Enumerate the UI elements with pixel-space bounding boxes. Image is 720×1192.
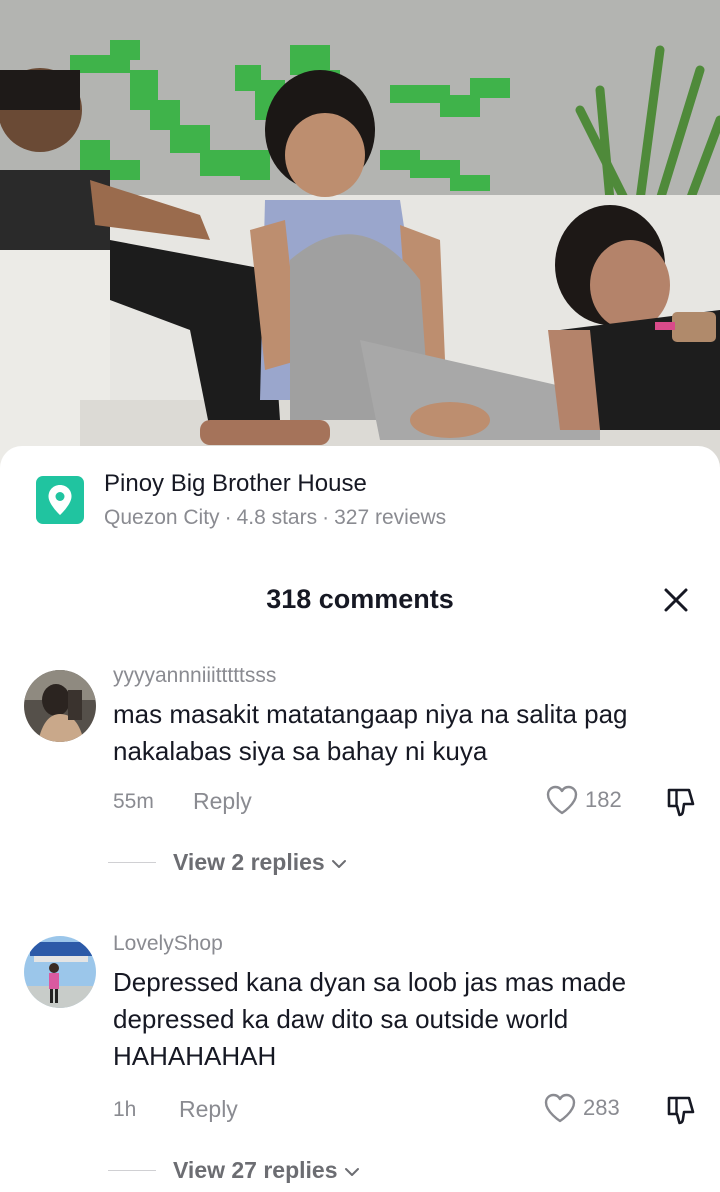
avatar[interactable] [24,936,96,1008]
close-button[interactable] [658,582,694,618]
comment-time: 55m [113,790,154,813]
divider-line [108,861,156,863]
location-pin-icon [36,476,84,524]
comment-actions: 55m Reply 182 [113,784,703,820]
place-reviews: 327 reviews [334,506,447,529]
meta-separator: · [322,506,330,529]
location-card[interactable]: Pinoy Big Brother House Quezon City · 4.8 … [0,446,720,556]
comment-item: yyyyannniiitttttsss mas masakit matatang… [0,664,720,875]
close-icon [664,588,688,612]
view-replies-button[interactable]: View 27 replies [108,1155,360,1185]
comment-time: 1h [113,1098,137,1121]
place-rating: 4.8 stars [236,506,318,529]
comment-text: mas masakit matatangaap niya na salita p… [113,699,628,766]
view-replies-label: View 27 replies [173,1156,338,1183]
dislike-button[interactable] [663,1092,699,1128]
place-name: Pinoy Big Brother House [104,470,367,497]
divider-line [108,1169,156,1171]
video-frame[interactable] [0,0,720,470]
heart-icon [544,1093,576,1123]
place-meta: Quezon City · 4.8 stars · 327 reviews [104,506,446,530]
view-replies-button[interactable]: View 2 replies [108,847,347,877]
dislike-button[interactable] [663,784,699,820]
video-still-image [0,0,720,470]
dislike-icon [667,788,695,817]
comment-username[interactable]: LovelyShop [113,932,223,956]
like-count: 182 [585,787,622,812]
reply-button[interactable]: Reply [193,788,252,815]
comment-actions: 1h Reply 283 [113,1092,703,1128]
comments-sheet: Pinoy Big Brother House Quezon City · 4.8 … [0,446,720,1192]
comment-text: Depressed kana dyan sa loob jas mas made… [113,967,627,1071]
dislike-icon [667,1096,695,1125]
like-button[interactable]: 283 [543,1092,620,1124]
comments-count-title: 318 comments [266,584,454,614]
comment-username[interactable]: yyyyannniiitttttsss [113,664,276,688]
chevron-down-icon [331,860,346,868]
like-count: 283 [583,1095,620,1120]
avatar[interactable] [24,670,96,742]
like-button[interactable]: 182 [545,784,622,816]
meta-separator: · [224,506,232,529]
comment-item: LovelyShop Depressed kana dyan sa loob j… [0,932,720,1185]
comments-header: 318 comments [0,582,720,622]
place-city: Quezon City [104,506,220,529]
reply-button[interactable]: Reply [179,1096,238,1123]
view-replies-label: View 2 replies [173,848,325,875]
heart-icon [546,785,578,815]
chevron-down-icon [344,1168,359,1176]
